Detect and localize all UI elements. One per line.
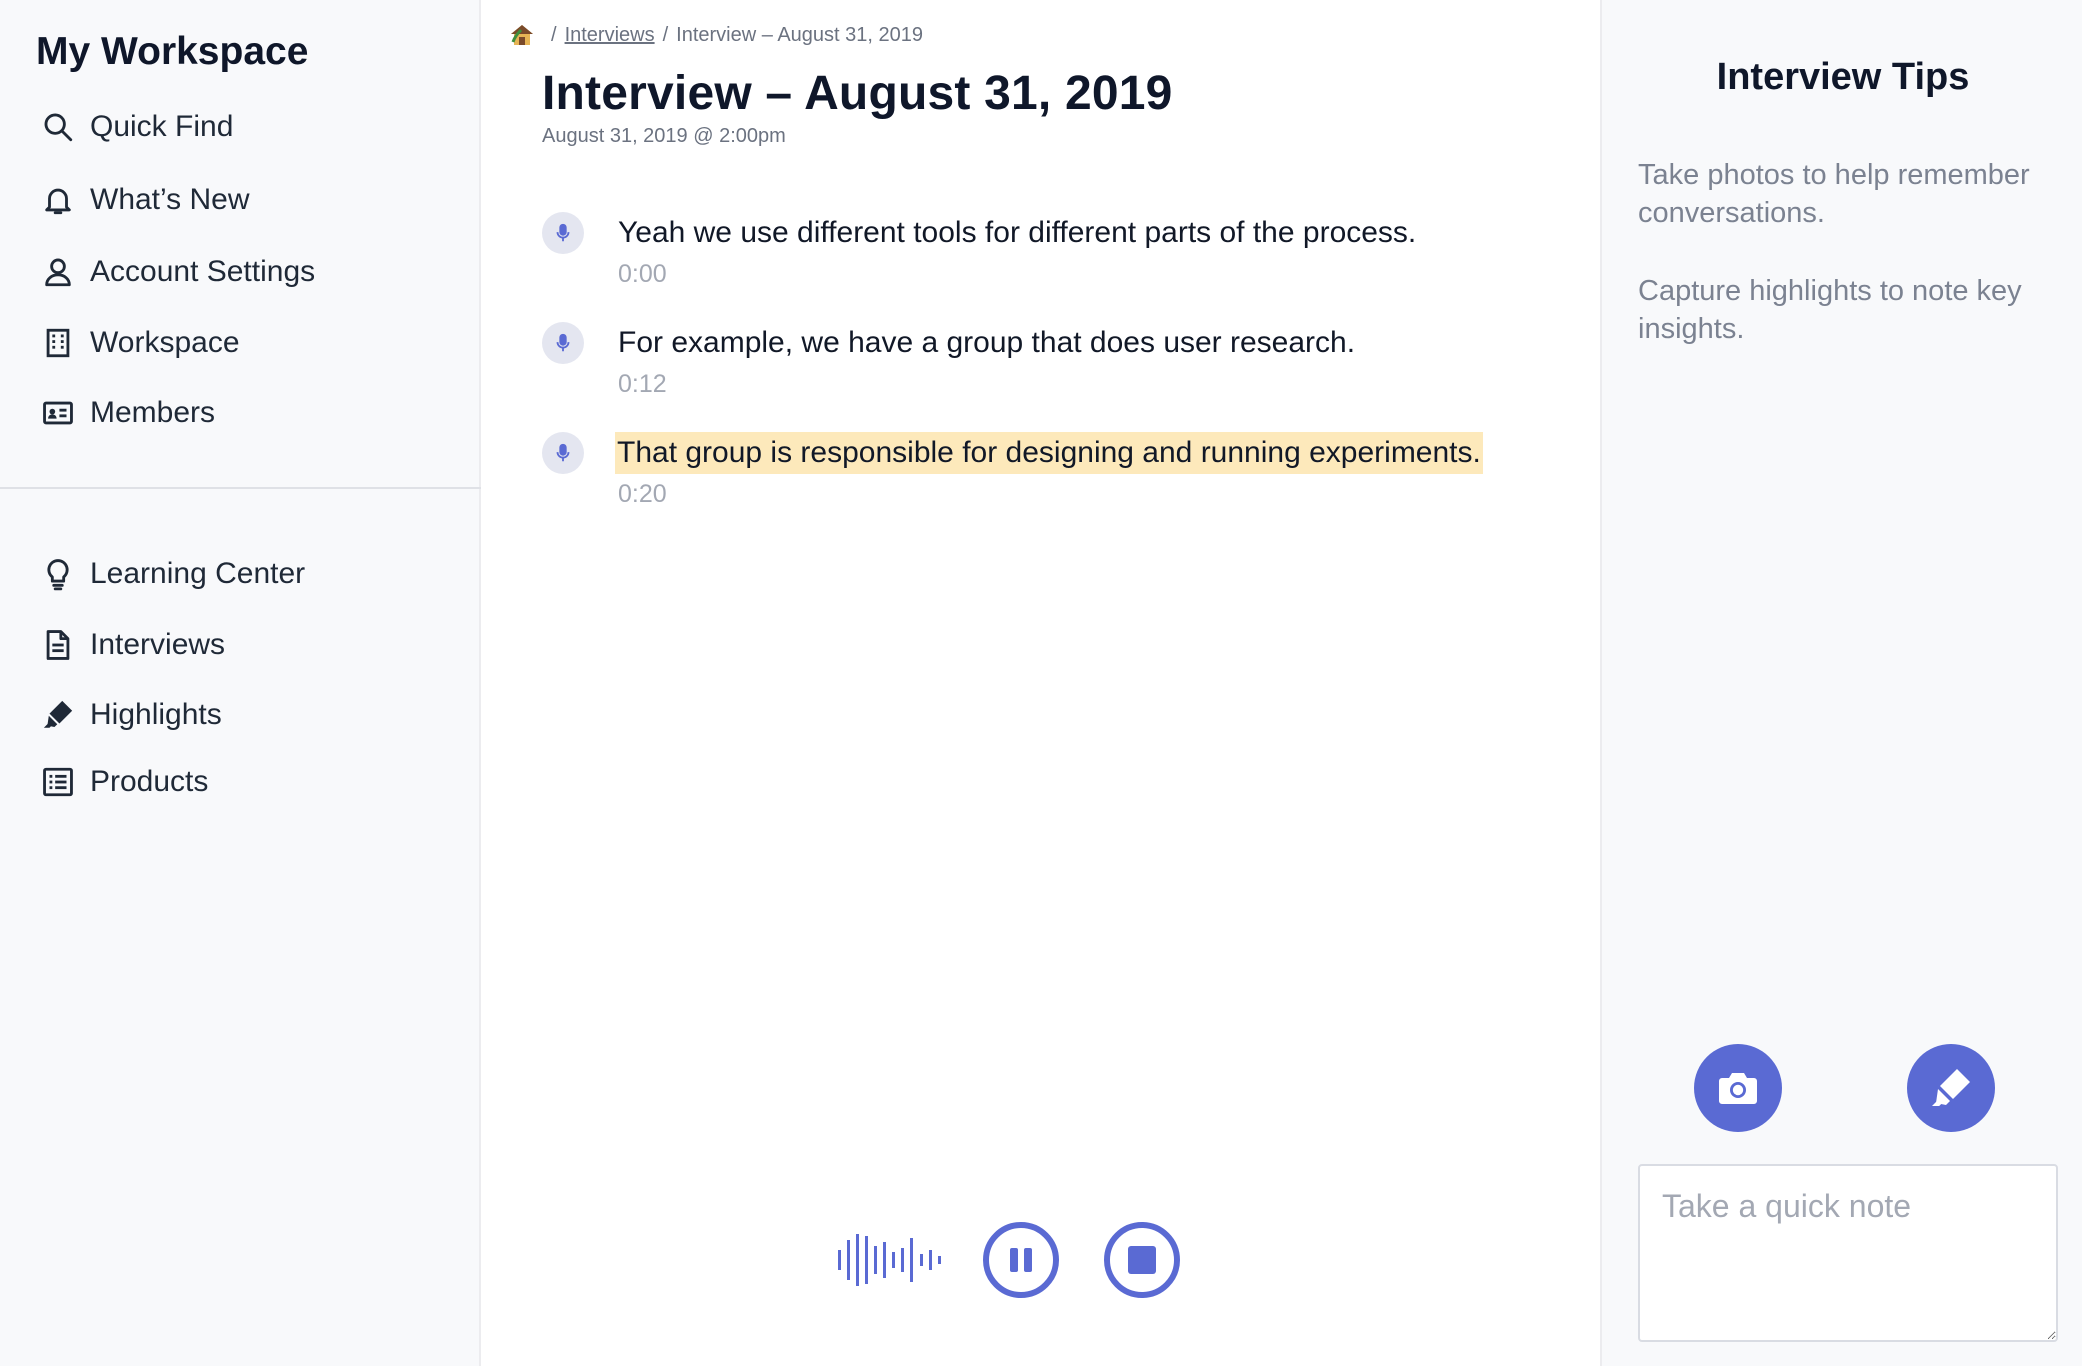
sidebar-item-quick-find[interactable]: Quick Find bbox=[40, 102, 233, 152]
highlight-button[interactable] bbox=[1907, 1044, 1995, 1132]
stop-button[interactable] bbox=[1104, 1222, 1180, 1298]
sidebar-item-label: Learning Center bbox=[90, 557, 306, 590]
highlighter-icon bbox=[1932, 1069, 1970, 1106]
sidebar-item-label: Highlights bbox=[90, 698, 222, 731]
page-title: Interview – August 31, 2019 bbox=[542, 67, 1173, 120]
sidebar: My Workspace Quick Find What’s New Accou… bbox=[0, 0, 481, 1366]
list-icon bbox=[40, 764, 76, 800]
sidebar-item-label: What’s New bbox=[90, 183, 250, 216]
audio-wave-icon bbox=[838, 1234, 941, 1286]
user-icon bbox=[40, 254, 76, 290]
transcript-timestamp[interactable]: 0:00 bbox=[618, 260, 667, 289]
breadcrumb-current: Interview – August 31, 2019 bbox=[676, 23, 923, 46]
sidebar-item-label: Workspace bbox=[90, 326, 240, 359]
breadcrumb-separator: / bbox=[662, 23, 669, 46]
highlighter-icon bbox=[40, 697, 76, 733]
microphone-icon bbox=[542, 322, 584, 364]
sidebar-item-members[interactable]: Members bbox=[40, 388, 215, 438]
tips-title: Interview Tips bbox=[1716, 56, 1970, 98]
tip-text: Capture highlights to note key insights. bbox=[1638, 275, 2022, 345]
stop-icon bbox=[1128, 1246, 1156, 1274]
microphone-icon bbox=[542, 432, 584, 474]
bell-icon bbox=[40, 182, 76, 218]
tip-text: Take photos to help remember conversatio… bbox=[1638, 159, 2030, 229]
sidebar-item-label: Account Settings bbox=[90, 255, 316, 288]
building-icon bbox=[40, 325, 76, 361]
transcript-timestamp[interactable]: 0:20 bbox=[618, 480, 667, 509]
document-icon bbox=[40, 627, 76, 663]
sidebar-item-highlights[interactable]: Highlights bbox=[40, 690, 222, 740]
quick-note-input[interactable] bbox=[1638, 1164, 2058, 1342]
sidebar-divider bbox=[0, 487, 481, 489]
breadcrumb: / Interviews / Interview – August 31, 20… bbox=[509, 22, 923, 48]
transcript-text[interactable]: For example, we have a group that does u… bbox=[618, 322, 1355, 364]
sidebar-item-learning-center[interactable]: Learning Center bbox=[40, 549, 305, 599]
camera-button[interactable] bbox=[1694, 1044, 1782, 1132]
home-icon[interactable] bbox=[509, 22, 535, 48]
tips-panel: Interview Tips Take photos to help remem… bbox=[1600, 0, 2082, 1366]
main-content: / Interviews / Interview – August 31, 20… bbox=[483, 0, 1598, 1366]
workspace-title: My Workspace bbox=[36, 30, 309, 73]
breadcrumb-separator: / bbox=[551, 23, 557, 46]
sidebar-item-whats-new[interactable]: What’s New bbox=[40, 175, 250, 225]
sidebar-item-label: Members bbox=[90, 396, 216, 429]
microphone-icon bbox=[542, 212, 584, 254]
pause-button[interactable] bbox=[983, 1222, 1059, 1298]
camera-icon bbox=[1719, 1073, 1757, 1104]
transcript-text[interactable]: Yeah we use different tools for differen… bbox=[618, 212, 1416, 254]
sidebar-item-products[interactable]: Products bbox=[40, 757, 208, 807]
sidebar-item-label: Interviews bbox=[90, 628, 226, 661]
sidebar-item-label: Products bbox=[90, 765, 209, 798]
sidebar-item-label: Quick Find bbox=[90, 110, 234, 143]
pause-icon bbox=[1010, 1248, 1032, 1272]
recording-controls bbox=[483, 1222, 1598, 1298]
sidebar-item-workspace[interactable]: Workspace bbox=[40, 318, 240, 368]
lightbulb-icon bbox=[40, 556, 76, 592]
sidebar-item-interviews[interactable]: Interviews bbox=[40, 620, 225, 670]
sidebar-item-account-settings[interactable]: Account Settings bbox=[40, 247, 315, 297]
search-icon bbox=[40, 109, 76, 145]
transcript-timestamp[interactable]: 0:12 bbox=[618, 370, 667, 399]
page-subtitle: August 31, 2019 @ 2:00pm bbox=[542, 125, 786, 147]
breadcrumb-link-interviews[interactable]: Interviews bbox=[565, 24, 655, 47]
transcript-text-highlighted[interactable]: That group is responsible for designing … bbox=[615, 432, 1483, 474]
id-card-icon bbox=[40, 395, 76, 431]
